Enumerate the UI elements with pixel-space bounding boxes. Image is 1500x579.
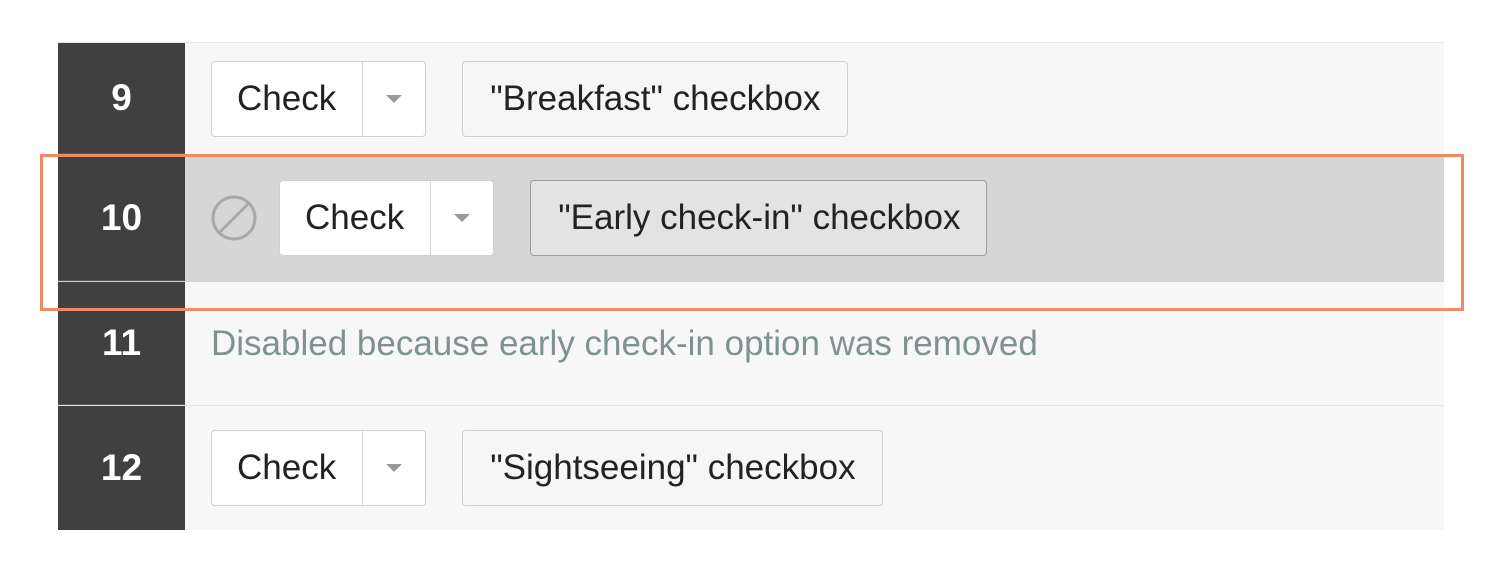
caret-down-icon [454,214,471,222]
steps-table: 9 Check "Breakfast" checkbox 10 Check "E… [58,42,1444,530]
action-dropdown[interactable]: Check [211,430,427,506]
step-number: 10 [58,155,185,281]
step-number: 11 [58,282,185,405]
step-number: 12 [58,406,185,530]
target-element-chip[interactable]: "Sightseeing" checkbox [462,430,883,506]
step-row-11[interactable]: 11 Disabled because early check-in optio… [58,282,1444,406]
target-element-chip[interactable]: "Early check-in" checkbox [530,180,988,256]
action-label[interactable]: Check [212,431,362,505]
step-content: Check "Early check-in" checkbox [185,155,1444,281]
step-content: Check "Sightseeing" checkbox [185,406,1444,530]
target-element-chip[interactable]: "Breakfast" checkbox [462,60,848,137]
action-dropdown-toggle[interactable] [362,61,425,136]
step-row-10[interactable]: 10 Check "Early check-in" checkbox [58,154,1444,282]
action-label[interactable]: Check [212,62,362,136]
action-dropdown-toggle[interactable] [430,181,493,255]
test-steps-view: 9 Check "Breakfast" checkbox 10 Check "E… [0,0,1500,579]
action-label[interactable]: Check [280,181,430,255]
caret-down-icon [386,94,403,103]
disabled-circle-slash-icon[interactable] [209,193,259,243]
step-row-12[interactable]: 12 Check "Sightseeing" checkbox [58,406,1444,530]
action-dropdown[interactable]: Check [279,180,495,256]
step-content: Disabled because early check-in option w… [185,282,1444,405]
step-number: 9 [58,43,185,154]
action-dropdown-toggle[interactable] [362,431,425,505]
action-dropdown[interactable]: Check [211,60,427,137]
step-content: Check "Breakfast" checkbox [185,43,1444,154]
step-comment[interactable]: Disabled because early check-in option w… [211,324,1038,364]
step-row-9[interactable]: 9 Check "Breakfast" checkbox [58,42,1444,154]
caret-down-icon [386,464,403,472]
